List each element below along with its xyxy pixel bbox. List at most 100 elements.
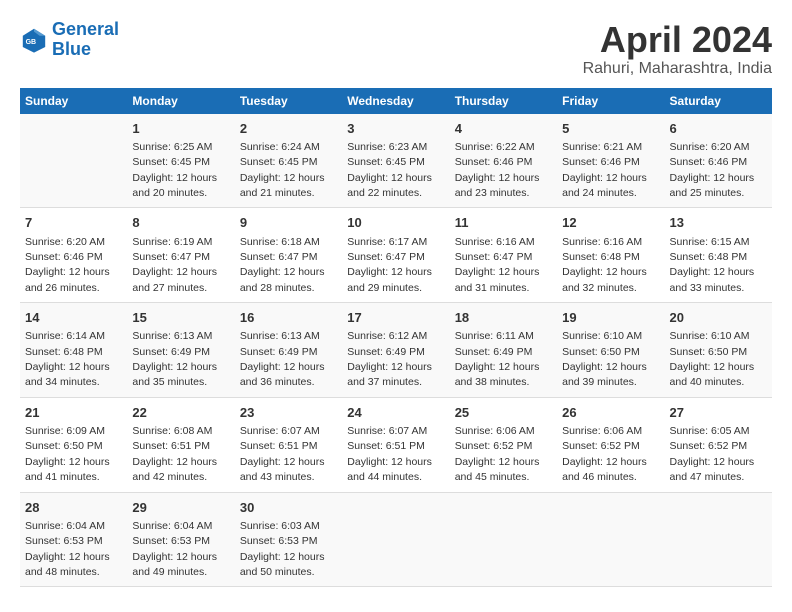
title-block: April 2024 Rahuri, Maharashtra, India: [583, 20, 772, 78]
day-cell: 25 Sunrise: 6:06 AM Sunset: 6:52 PM Dayli…: [450, 397, 557, 492]
day-number: 14: [25, 309, 122, 327]
day-info: Sunrise: 6:13 AM Sunset: 6:49 PM Dayligh…: [240, 330, 325, 388]
week-row-4: 21 Sunrise: 6:09 AM Sunset: 6:50 PM Dayli…: [20, 397, 772, 492]
day-info: Sunrise: 6:20 AM Sunset: 6:46 PM Dayligh…: [670, 141, 755, 199]
day-number: 6: [670, 120, 767, 138]
day-number: 25: [455, 404, 552, 422]
day-number: 10: [347, 214, 444, 232]
day-number: 1: [132, 120, 229, 138]
day-number: 20: [670, 309, 767, 327]
logo-line1: General: [52, 19, 119, 39]
day-cell: 9 Sunrise: 6:18 AM Sunset: 6:47 PM Daylig…: [235, 208, 342, 303]
day-number: 16: [240, 309, 337, 327]
day-number: 11: [455, 214, 552, 232]
day-cell: 14 Sunrise: 6:14 AM Sunset: 6:48 PM Dayli…: [20, 303, 127, 398]
day-number: 2: [240, 120, 337, 138]
day-info: Sunrise: 6:20 AM Sunset: 6:46 PM Dayligh…: [25, 236, 110, 294]
day-info: Sunrise: 6:03 AM Sunset: 6:53 PM Dayligh…: [240, 520, 325, 578]
day-info: Sunrise: 6:06 AM Sunset: 6:52 PM Dayligh…: [455, 425, 540, 483]
day-number: 23: [240, 404, 337, 422]
logo-icon: GB: [20, 26, 48, 54]
day-info: Sunrise: 6:10 AM Sunset: 6:50 PM Dayligh…: [670, 330, 755, 388]
day-cell: 3Sunrise: 6:23 AM Sunset: 6:45 PM Daylig…: [342, 114, 449, 208]
week-row-1: 1 Sunrise: 6:25 AM Sunset: 6:45 PM Daylig…: [20, 114, 772, 208]
day-info: Sunrise: 6:18 AM Sunset: 6:47 PM Dayligh…: [240, 236, 325, 294]
day-cell: [342, 492, 449, 587]
day-number: 12: [562, 214, 659, 232]
day-cell: 11 Sunrise: 6:16 AM Sunset: 6:47 PM Dayli…: [450, 208, 557, 303]
day-info: Sunrise: 6:17 AM Sunset: 6:47 PM Dayligh…: [347, 236, 432, 294]
page-subtitle: Rahuri, Maharashtra, India: [583, 60, 772, 78]
day-cell: 8Sunrise: 6:19 AM Sunset: 6:47 PM Daylig…: [127, 208, 234, 303]
day-cell: 10 Sunrise: 6:17 AM Sunset: 6:47 PM Dayli…: [342, 208, 449, 303]
day-info: Sunrise: 6:16 AM Sunset: 6:48 PM Dayligh…: [562, 236, 647, 294]
day-cell: 15 Sunrise: 6:13 AM Sunset: 6:49 PM Dayli…: [127, 303, 234, 398]
day-cell: 5 Sunrise: 6:21 AM Sunset: 6:46 PM Daylig…: [557, 114, 664, 208]
day-cell: [557, 492, 664, 587]
day-info: Sunrise: 6:19 AM Sunset: 6:47 PM Dayligh…: [132, 236, 217, 294]
day-info: Sunrise: 6:22 AM Sunset: 6:46 PM Dayligh…: [455, 141, 540, 199]
day-cell: 16 Sunrise: 6:13 AM Sunset: 6:49 PM Dayli…: [235, 303, 342, 398]
day-cell: 12 Sunrise: 6:16 AM Sunset: 6:48 PM Dayli…: [557, 208, 664, 303]
header-cell-wednesday: Wednesday: [342, 88, 449, 114]
day-cell: 24Sunrise: 6:07 AM Sunset: 6:51 PM Dayli…: [342, 397, 449, 492]
day-info: Sunrise: 6:16 AM Sunset: 6:47 PM Dayligh…: [455, 236, 540, 294]
day-cell: 4 Sunrise: 6:22 AM Sunset: 6:46 PM Daylig…: [450, 114, 557, 208]
header-cell-sunday: Sunday: [20, 88, 127, 114]
day-number: 19: [562, 309, 659, 327]
day-number: 27: [670, 404, 767, 422]
logo-text: General Blue: [52, 20, 119, 60]
day-number: 3: [347, 120, 444, 138]
week-row-3: 14 Sunrise: 6:14 AM Sunset: 6:48 PM Dayli…: [20, 303, 772, 398]
day-cell: [450, 492, 557, 587]
day-info: Sunrise: 6:07 AM Sunset: 6:51 PM Dayligh…: [240, 425, 325, 483]
day-number: 4: [455, 120, 552, 138]
day-info: Sunrise: 6:07 AM Sunset: 6:51 PM Dayligh…: [347, 425, 432, 483]
day-cell: 13 Sunrise: 6:15 AM Sunset: 6:48 PM Dayli…: [665, 208, 772, 303]
logo-line2: Blue: [52, 39, 91, 59]
day-cell: [20, 114, 127, 208]
day-number: 15: [132, 309, 229, 327]
header-cell-friday: Friday: [557, 88, 664, 114]
day-info: Sunrise: 6:15 AM Sunset: 6:48 PM Dayligh…: [670, 236, 755, 294]
day-info: Sunrise: 6:21 AM Sunset: 6:46 PM Dayligh…: [562, 141, 647, 199]
day-info: Sunrise: 6:04 AM Sunset: 6:53 PM Dayligh…: [25, 520, 110, 578]
day-cell: 30Sunrise: 6:03 AM Sunset: 6:53 PM Dayli…: [235, 492, 342, 587]
svg-text:GB: GB: [26, 39, 36, 46]
day-info: Sunrise: 6:10 AM Sunset: 6:50 PM Dayligh…: [562, 330, 647, 388]
header-cell-thursday: Thursday: [450, 88, 557, 114]
day-cell: 27 Sunrise: 6:05 AM Sunset: 6:52 PM Dayli…: [665, 397, 772, 492]
day-number: 9: [240, 214, 337, 232]
day-info: Sunrise: 6:12 AM Sunset: 6:49 PM Dayligh…: [347, 330, 432, 388]
day-cell: 17 Sunrise: 6:12 AM Sunset: 6:49 PM Dayli…: [342, 303, 449, 398]
day-number: 5: [562, 120, 659, 138]
day-cell: 28Sunrise: 6:04 AM Sunset: 6:53 PM Dayli…: [20, 492, 127, 587]
day-cell: 1 Sunrise: 6:25 AM Sunset: 6:45 PM Daylig…: [127, 114, 234, 208]
page-title: April 2024: [583, 20, 772, 60]
day-number: 13: [670, 214, 767, 232]
week-row-2: 7Sunrise: 6:20 AM Sunset: 6:46 PM Daylig…: [20, 208, 772, 303]
day-number: 18: [455, 309, 552, 327]
day-number: 17: [347, 309, 444, 327]
day-info: Sunrise: 6:14 AM Sunset: 6:48 PM Dayligh…: [25, 330, 110, 388]
day-cell: 19 Sunrise: 6:10 AM Sunset: 6:50 PM Dayli…: [557, 303, 664, 398]
day-number: 26: [562, 404, 659, 422]
calendar-table: SundayMondayTuesdayWednesdayThursdayFrid…: [20, 88, 772, 588]
day-number: 22: [132, 404, 229, 422]
header-row: SundayMondayTuesdayWednesdayThursdayFrid…: [20, 88, 772, 114]
day-cell: 23 Sunrise: 6:07 AM Sunset: 6:51 PM Dayli…: [235, 397, 342, 492]
day-cell: 22Sunrise: 6:08 AM Sunset: 6:51 PM Dayli…: [127, 397, 234, 492]
day-info: Sunrise: 6:13 AM Sunset: 6:49 PM Dayligh…: [132, 330, 217, 388]
day-number: 29: [132, 499, 229, 517]
day-number: 21: [25, 404, 122, 422]
day-cell: 26 Sunrise: 6:06 AM Sunset: 6:52 PM Dayli…: [557, 397, 664, 492]
day-info: Sunrise: 6:04 AM Sunset: 6:53 PM Dayligh…: [132, 520, 217, 578]
day-info: Sunrise: 6:11 AM Sunset: 6:49 PM Dayligh…: [455, 330, 540, 388]
day-cell: 6 Sunrise: 6:20 AM Sunset: 6:46 PM Daylig…: [665, 114, 772, 208]
day-info: Sunrise: 6:06 AM Sunset: 6:52 PM Dayligh…: [562, 425, 647, 483]
day-cell: 2Sunrise: 6:24 AM Sunset: 6:45 PM Daylig…: [235, 114, 342, 208]
day-info: Sunrise: 6:05 AM Sunset: 6:52 PM Dayligh…: [670, 425, 755, 483]
day-cell: 29 Sunrise: 6:04 AM Sunset: 6:53 PM Dayli…: [127, 492, 234, 587]
day-info: Sunrise: 6:09 AM Sunset: 6:50 PM Dayligh…: [25, 425, 110, 483]
day-info: Sunrise: 6:25 AM Sunset: 6:45 PM Dayligh…: [132, 141, 217, 199]
